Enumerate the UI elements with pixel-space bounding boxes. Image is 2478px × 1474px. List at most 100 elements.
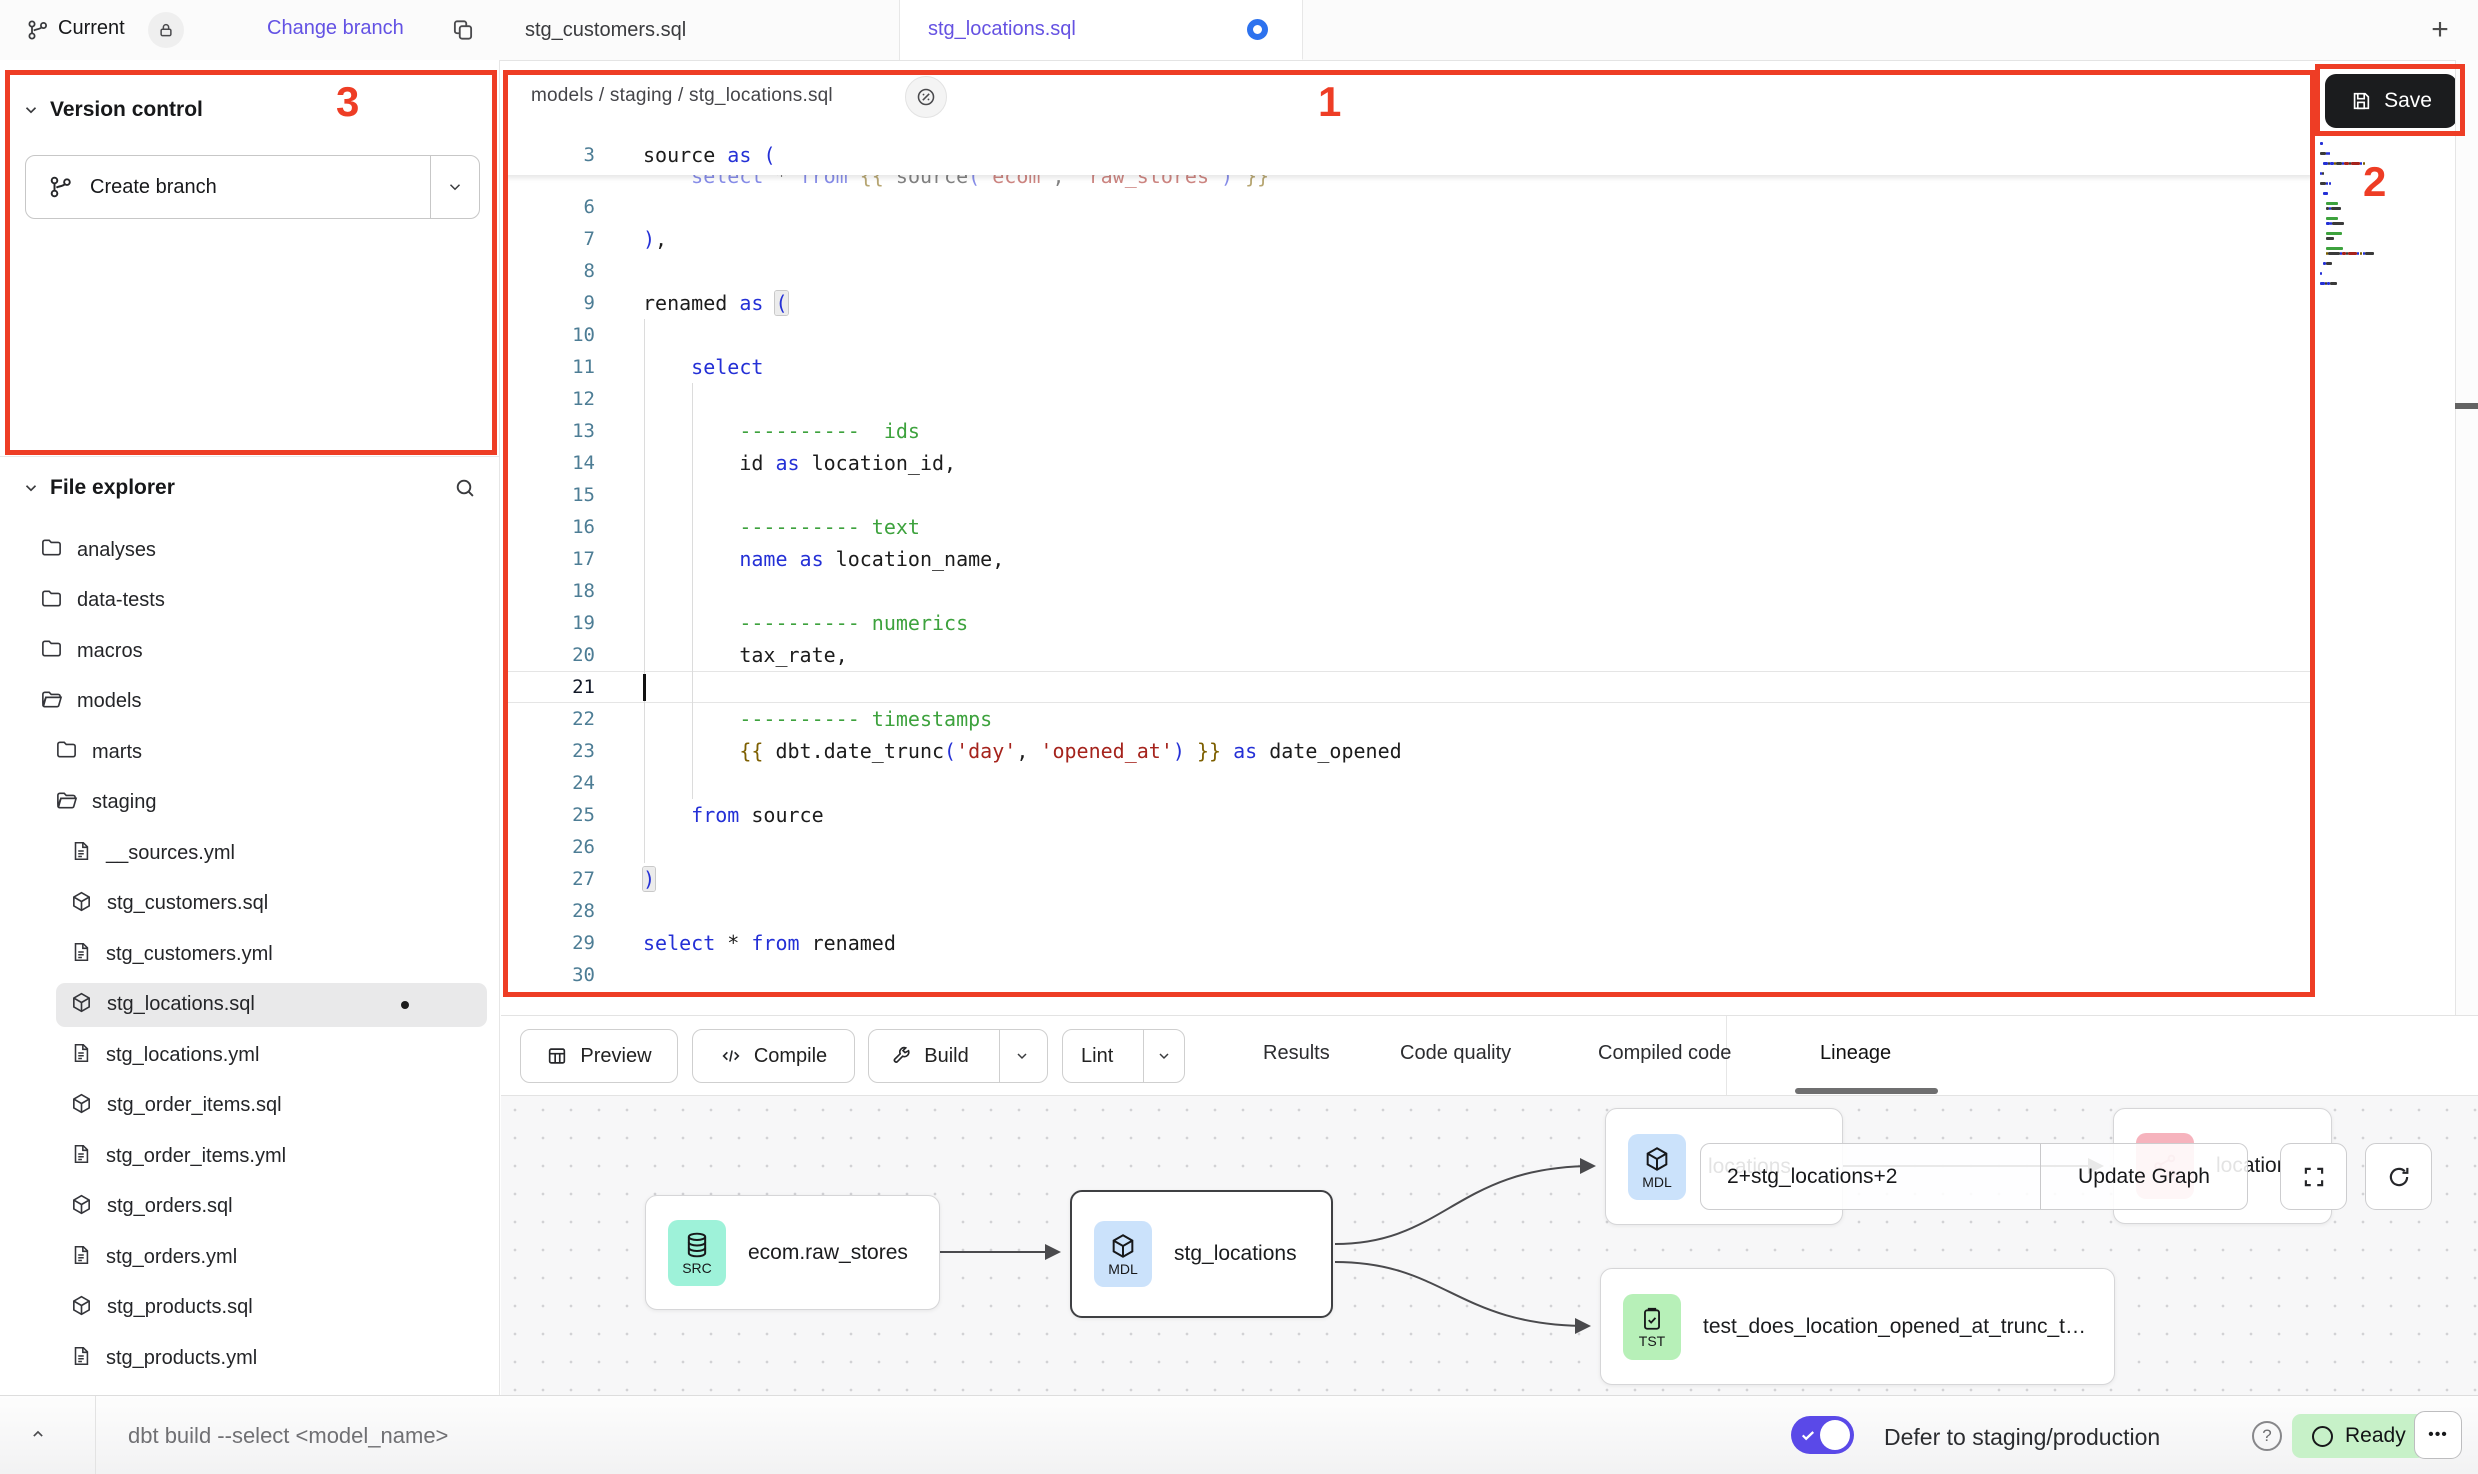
panel-resize-handle[interactable] (2455, 403, 2478, 409)
file-explorer-header[interactable]: File explorer (0, 468, 499, 508)
code-line-12[interactable]: 12 (505, 383, 2313, 415)
file-item-stg_customers.yml[interactable]: stg_customers.yml (0, 932, 486, 976)
build-dropdown[interactable] (999, 1030, 1044, 1082)
code-text: from source (643, 799, 824, 831)
code-line-10[interactable]: 10 (505, 319, 2313, 351)
tab-stg-customers-sql[interactable]: stg_customers.sql (497, 0, 900, 60)
code-line-27[interactable]: 27) (505, 863, 2313, 895)
node-label: stg_locations (1174, 1242, 1297, 1266)
status-badge[interactable]: Ready (2292, 1414, 2426, 1458)
lineage-node-stg_locations[interactable]: MDLstg_locations (1070, 1190, 1333, 1318)
code-line-20[interactable]: 20 tax_rate, (505, 639, 2313, 671)
code-line-28[interactable]: 28 (505, 895, 2313, 927)
lint-dropdown[interactable] (1143, 1030, 1184, 1082)
more-options-button[interactable]: ••• (2414, 1411, 2462, 1459)
new-tab-button[interactable]: + (2420, 10, 2460, 50)
lineage-canvas[interactable]: SRCecom.raw_storesMDLstg_locationsMDLloc… (501, 1096, 2478, 1395)
code-line-17[interactable]: 17 name as location_name, (505, 543, 2313, 575)
file-item-__sources.yml[interactable]: __sources.yml (0, 831, 486, 875)
version-control-header[interactable]: Version control (0, 90, 499, 130)
copilot-compass-icon[interactable] (905, 76, 947, 118)
refresh-icon (2386, 1164, 2412, 1190)
file-item-stg_orders.yml[interactable]: stg_orders.yml (0, 1235, 486, 1279)
update-graph-button[interactable]: Update Graph (2040, 1144, 2247, 1209)
code-line-13[interactable]: 13 ---------- ids (505, 415, 2313, 447)
file-item-staging[interactable]: staging (0, 781, 486, 825)
file-item-stg_orders.sql[interactable]: stg_orders.sql (0, 1185, 486, 1229)
file-item-stg_products.yml[interactable]: stg_products.yml (0, 1336, 486, 1380)
code-line-30[interactable]: 30 (505, 959, 2313, 991)
code-line-6[interactable]: 6 (505, 191, 2313, 223)
code-line-22[interactable]: 22 ---------- timestamps (505, 703, 2313, 735)
code-line-26[interactable]: 26 (505, 831, 2313, 863)
line-number: 3 (505, 135, 595, 175)
lineage-selector-input[interactable] (1701, 1144, 2040, 1209)
code-line-24[interactable]: 24 (505, 767, 2313, 799)
tab-code-quality[interactable]: Code quality (1400, 1042, 1511, 1065)
tab-compiled-code[interactable]: Compiled code (1598, 1042, 1731, 1065)
change-branch-link[interactable]: Change branch (267, 17, 404, 40)
help-icon[interactable]: ? (2252, 1421, 2282, 1451)
code-line-16[interactable]: 16 ---------- text (505, 511, 2313, 543)
lineage-node-ecom-raw_stores[interactable]: SRCecom.raw_stores (645, 1195, 940, 1310)
file-item-analyses[interactable]: analyses (0, 528, 486, 572)
defer-toggle[interactable] (1791, 1416, 1854, 1454)
folder-icon (40, 536, 63, 564)
node-type-badge: SRC (682, 1261, 712, 1275)
file-item-data-tests[interactable]: data-tests (0, 579, 486, 623)
file-item-stg_order_items.sql[interactable]: stg_order_items.sql (0, 1084, 486, 1128)
line-number: 12 (505, 383, 595, 415)
code-line-25[interactable]: 25 from source (505, 799, 2313, 831)
database-icon: SRC (668, 1220, 726, 1286)
code-line-21[interactable]: 21 (505, 671, 2313, 703)
sidebar: Version control Create branch File explo… (0, 60, 500, 1395)
file-item-label: stg_order_items.yml (106, 1145, 286, 1168)
file-item-stg_products.sql[interactable]: stg_products.sql (0, 1286, 486, 1330)
tab-results[interactable]: Results (1263, 1042, 1330, 1065)
refresh-button[interactable] (2365, 1143, 2432, 1210)
tab-lineage[interactable]: Lineage (1820, 1042, 1891, 1065)
code-text: ---------- timestamps (643, 703, 992, 735)
file-item-macros[interactable]: macros (0, 629, 486, 673)
chevron-up-icon[interactable] (28, 1424, 48, 1444)
code-line-11[interactable]: 11 select (505, 351, 2313, 383)
code-line-15[interactable]: 15 (505, 479, 2313, 511)
save-button[interactable]: Save (2325, 74, 2457, 128)
build-button[interactable]: Build (868, 1029, 1048, 1083)
lineage-node-test_does_location_opened_at_trunc_t-[interactable]: TSTtest_does_location_opened_at_trunc_t… (1600, 1268, 2115, 1385)
line-number: 14 (505, 447, 595, 479)
search-icon[interactable] (453, 468, 477, 508)
file-item-stg_customers.sql[interactable]: stg_customers.sql (0, 882, 486, 926)
file-item-label: stg_order_items.sql (107, 1094, 282, 1117)
code-line-7[interactable]: 7), (505, 223, 2313, 255)
fullscreen-icon (2301, 1164, 2327, 1190)
create-branch-dropdown[interactable] (430, 156, 479, 218)
copy-icon[interactable] (450, 17, 476, 43)
preview-button[interactable]: Preview (520, 1029, 678, 1083)
code-line-9[interactable]: 9renamed as ( (505, 287, 2313, 319)
code-editor[interactable]: 3 source as ( select * from {{ source('e… (505, 135, 2313, 995)
line-number: 13 (505, 415, 595, 447)
file-item-marts[interactable]: marts (0, 730, 486, 774)
fullscreen-button[interactable] (2280, 1143, 2347, 1210)
file-item-label: __sources.yml (106, 842, 235, 865)
code-line-23[interactable]: 23 {{ dbt.date_trunc('day', 'opened_at')… (505, 735, 2313, 767)
file-item-stg_locations.sql[interactable]: stg_locations.sql (56, 983, 487, 1027)
command-input[interactable] (126, 1416, 1630, 1456)
create-branch-button[interactable]: Create branch (25, 155, 480, 219)
file-item-stg_order_items.yml[interactable]: stg_order_items.yml (0, 1134, 486, 1178)
code-line-8[interactable]: 8 (505, 255, 2313, 287)
tab-stg-locations-sql[interactable]: stg_locations.sql (900, 0, 1303, 60)
lint-button[interactable]: Lint (1062, 1029, 1185, 1083)
code-line-19[interactable]: 19 ---------- numerics (505, 607, 2313, 639)
file-item-stg_locations.yml[interactable]: stg_locations.yml (0, 1033, 486, 1077)
cube-icon: MDL (1628, 1134, 1686, 1200)
minimap[interactable] (2320, 142, 2450, 327)
branch-readonly-chip (148, 12, 184, 48)
file-item-models[interactable]: models (0, 680, 486, 724)
code-line-29[interactable]: 29select * from renamed (505, 927, 2313, 959)
wrench-icon (890, 1045, 912, 1067)
compile-button[interactable]: Compile (692, 1029, 855, 1083)
code-line-14[interactable]: 14 id as location_id, (505, 447, 2313, 479)
code-line-18[interactable]: 18 (505, 575, 2313, 607)
